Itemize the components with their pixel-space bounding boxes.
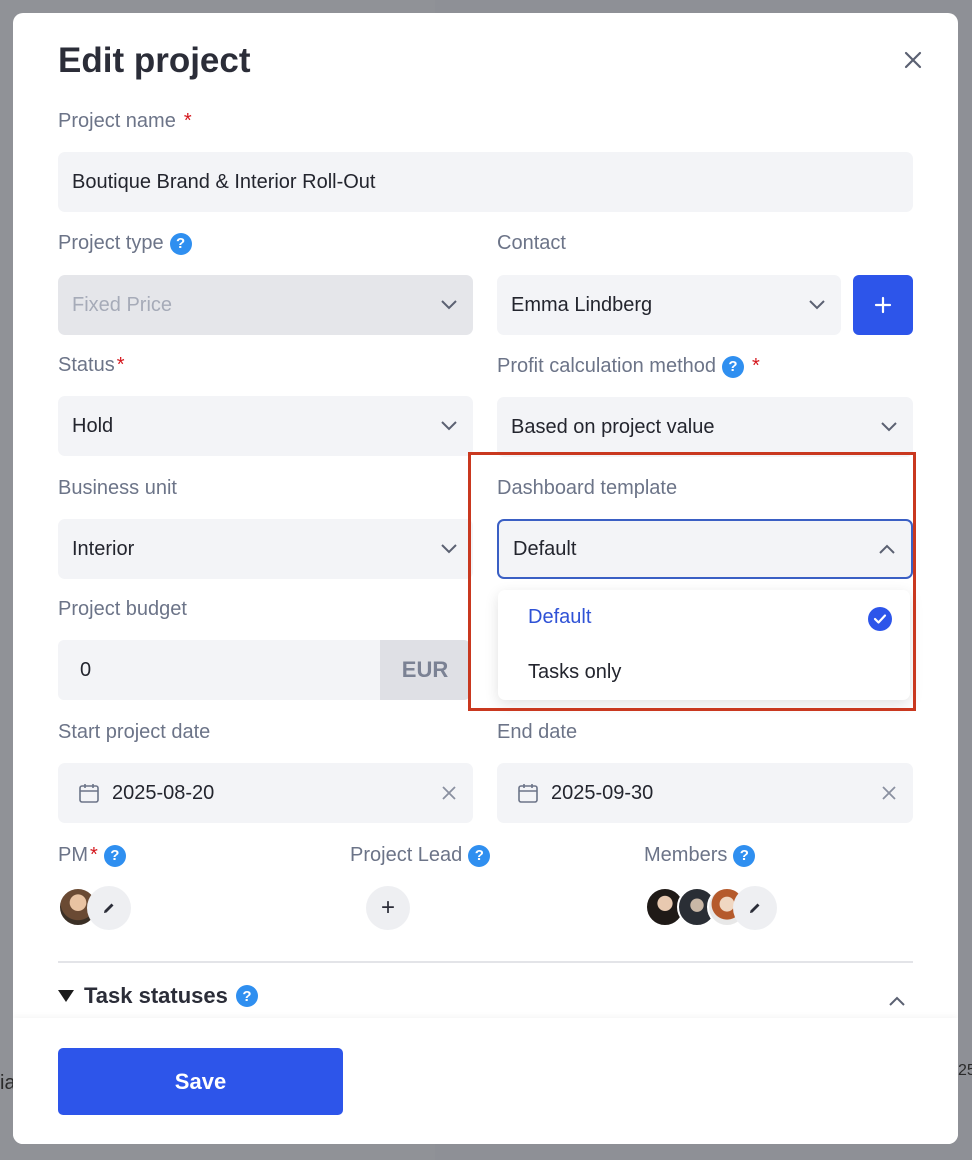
business-unit-value: Interior (72, 537, 135, 560)
clear-icon[interactable] (439, 783, 459, 803)
background-text-right: 25 (958, 1062, 972, 1079)
members-label: Members ? (644, 844, 756, 867)
pencil-icon (750, 903, 760, 913)
project-lead-label: Project Lead ? (350, 844, 491, 867)
project-type-select: Fixed Price (58, 275, 473, 335)
chevron-up-icon (877, 539, 897, 559)
task-statuses-toggle[interactable]: Task statuses ? (58, 983, 258, 1009)
save-button[interactable]: Save (58, 1048, 343, 1115)
help-icon[interactable]: ? (103, 844, 126, 867)
project-budget-label: Project budget (58, 598, 187, 620)
required-marker: * (116, 354, 125, 376)
project-name-input[interactable]: Boutique Brand & Interior Roll-Out (58, 152, 913, 212)
dropdown-option-default[interactable]: Default (528, 606, 591, 629)
add-contact-button[interactable] (853, 275, 913, 335)
chevron-down-icon (879, 417, 899, 437)
required-marker: * (752, 355, 760, 377)
caret-down-icon (58, 990, 74, 1002)
required-marker: * (90, 844, 98, 866)
contact-label: Contact (497, 232, 566, 254)
check-icon (868, 607, 892, 631)
help-icon[interactable]: ? (235, 985, 258, 1007)
pencil-icon (104, 903, 114, 913)
project-type-label: Project type ? (58, 232, 192, 255)
chevron-down-icon (439, 295, 459, 315)
status-value: Hold (72, 414, 114, 437)
start-date-label: Start project date (58, 721, 211, 743)
status-label: Status * (58, 354, 125, 376)
edit-project-modal: Edit project Project name * Boutique Bran… (13, 13, 958, 1144)
contact-value: Emma Lindberg (511, 293, 653, 316)
edit-members-button[interactable] (733, 886, 777, 930)
collapse-button[interactable] (885, 989, 909, 1013)
dropdown-option-tasks-only[interactable]: Tasks only (528, 661, 621, 684)
modal-title: Edit project (58, 41, 251, 80)
end-date-input[interactable]: 2025-09-30 (497, 763, 913, 823)
start-date-value: 2025-08-20 (112, 781, 215, 804)
help-icon[interactable]: ? (722, 355, 745, 378)
pm-label: PM * ? (58, 844, 126, 867)
calendar-icon (79, 784, 99, 803)
modal-footer: Save (13, 1018, 958, 1144)
calendar-icon (518, 784, 538, 803)
project-name-value: Boutique Brand & Interior Roll-Out (72, 170, 376, 193)
add-project-lead-button[interactable]: + (366, 886, 410, 930)
profit-method-value: Based on project value (511, 415, 715, 438)
close-icon (904, 51, 922, 69)
required-marker: * (183, 110, 192, 132)
plus-icon (874, 296, 892, 314)
status-select[interactable]: Hold (58, 396, 473, 456)
business-unit-label: Business unit (58, 477, 177, 499)
business-unit-select[interactable]: Interior (58, 519, 473, 579)
chevron-down-icon (439, 539, 459, 559)
close-button[interactable] (900, 47, 926, 73)
plus-icon: + (380, 894, 395, 921)
end-date-label: End date (497, 721, 578, 743)
help-icon[interactable]: ? (468, 844, 491, 867)
currency-badge: EUR (380, 640, 470, 700)
clear-icon[interactable] (879, 783, 899, 803)
dashboard-template-value: Default (513, 537, 577, 560)
edit-pm-button[interactable] (87, 886, 131, 930)
contact-select[interactable]: Emma Lindberg (497, 275, 841, 335)
dashboard-template-label: Dashboard template (497, 477, 678, 499)
start-date-input[interactable]: 2025-08-20 (58, 763, 473, 823)
project-budget-input[interactable]: 0 (58, 640, 380, 700)
help-icon[interactable]: ? (733, 844, 756, 867)
project-name-label: Project name * (58, 110, 192, 132)
help-icon[interactable]: ? (169, 232, 192, 255)
chevron-up-icon (889, 996, 905, 1006)
profit-method-select[interactable]: Based on project value (497, 397, 913, 457)
profit-method-label: Profit calculation method ? * (497, 355, 760, 378)
dashboard-template-dropdown: Default Tasks only (498, 590, 910, 700)
task-statuses-label: Task statuses (84, 983, 228, 1008)
dashboard-template-select[interactable]: Default (497, 519, 913, 579)
chevron-down-icon (439, 416, 459, 436)
end-date-value: 2025-09-30 (551, 781, 654, 804)
chevron-down-icon (807, 295, 827, 315)
project-type-value: Fixed Price (72, 293, 173, 316)
project-budget-value: 0 (80, 658, 92, 681)
section-divider (58, 961, 913, 963)
